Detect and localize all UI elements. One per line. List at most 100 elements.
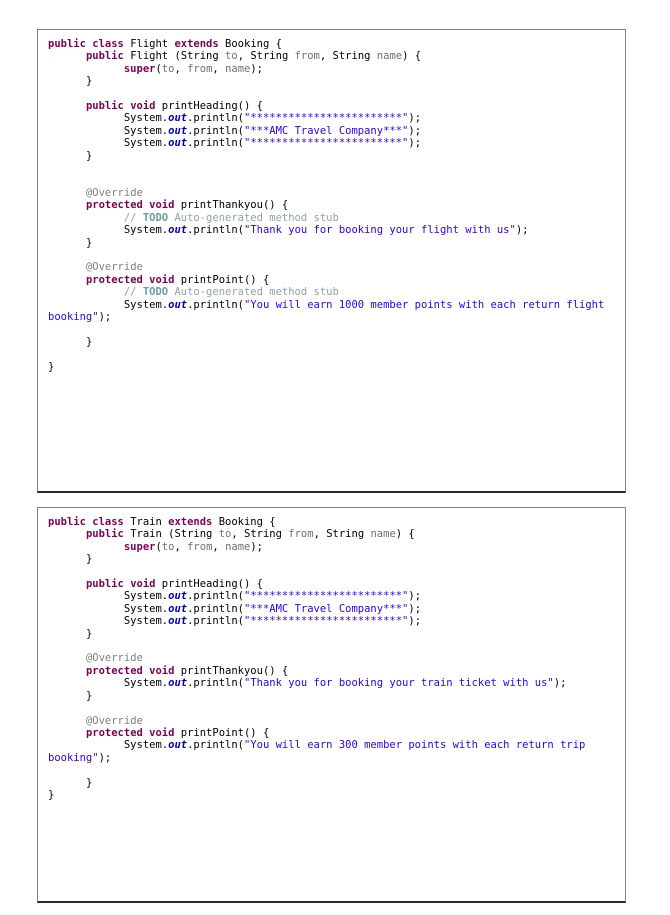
code-token-pln: .println( bbox=[187, 739, 244, 752]
code-token-pln: .println( bbox=[187, 124, 244, 137]
code-token-pln: , String bbox=[237, 50, 295, 63]
code-token-prm: to bbox=[161, 62, 175, 75]
code-token-pln: .println( bbox=[187, 137, 244, 150]
code-token-prm: to bbox=[218, 528, 232, 541]
code-token-pln: printHeading() { bbox=[161, 100, 263, 113]
code-line: public void printHeading() { bbox=[48, 578, 623, 590]
code-token-pln: Train bbox=[130, 516, 169, 528]
code-token-str: "Thank you for booking your flight with … bbox=[244, 224, 516, 237]
code-token-pln: System. bbox=[48, 590, 169, 603]
code-token-pln: } bbox=[48, 553, 93, 566]
code-token-pln: Booking { bbox=[218, 516, 276, 528]
code-token-fld: out bbox=[168, 137, 188, 150]
code-token-pln: } bbox=[48, 788, 55, 801]
code-line: public void printHeading() { bbox=[48, 100, 623, 112]
code-token-pln bbox=[48, 187, 86, 199]
code-token-pln: System. bbox=[48, 124, 169, 137]
code-line: super(to, from, name); bbox=[48, 63, 623, 75]
code-token-kw: super bbox=[123, 62, 156, 75]
code-token-pln: Booking { bbox=[225, 38, 282, 50]
code-line: System.out.println("***AMC Travel Compan… bbox=[48, 603, 623, 615]
code-token-kw: public void bbox=[85, 578, 162, 591]
code-line: System.out.println("********************… bbox=[48, 137, 623, 149]
code-token-pln: .println( bbox=[187, 590, 244, 603]
code-line: } bbox=[48, 75, 623, 87]
code-line: // TODO Auto-generated method stub bbox=[48, 286, 623, 298]
code-token-kw: protected void bbox=[85, 273, 181, 286]
code-line: protected void printPoint() { bbox=[48, 727, 623, 739]
code-token-pln: .println( bbox=[187, 112, 244, 125]
code-token-pln: System. bbox=[48, 615, 169, 628]
code-token-pln: Flight bbox=[130, 38, 175, 50]
code-token-pln: printThankyou() { bbox=[180, 199, 289, 212]
code-line: } bbox=[48, 336, 623, 348]
code-token-str: "************************" bbox=[244, 112, 409, 125]
code-token-fld: out bbox=[168, 298, 188, 311]
code-token-str: "***AMC Travel Company***" bbox=[244, 602, 409, 615]
code-token-pln: } bbox=[48, 689, 93, 702]
code-token-kw: public bbox=[85, 50, 131, 63]
code-block-flight: public class Flight extends Booking { pu… bbox=[37, 29, 626, 493]
code-token-pln: .println( bbox=[187, 602, 244, 615]
code-token-pln: System. bbox=[48, 602, 169, 615]
code-token-kw: public bbox=[85, 528, 131, 541]
code-token-kw: public class bbox=[48, 38, 131, 50]
code-token-pln bbox=[48, 212, 124, 224]
code-token-prm: to bbox=[225, 50, 238, 63]
code-token-ann: @Override bbox=[85, 261, 143, 274]
code-token-prm: name bbox=[225, 540, 251, 553]
code-line: } bbox=[48, 690, 623, 702]
code-token-pln bbox=[48, 652, 86, 664]
code-token-pln: , bbox=[212, 62, 226, 75]
code-token-fld: out bbox=[168, 224, 188, 237]
code-line: } bbox=[48, 553, 623, 565]
code-token-pln: System. bbox=[48, 677, 169, 690]
code-token-fld: out bbox=[168, 590, 188, 603]
code-line: protected void printThankyou() { bbox=[48, 665, 623, 677]
code-token-pln bbox=[48, 578, 86, 590]
page-root: public class Flight extends Booking { pu… bbox=[0, 0, 670, 915]
code-token-str: "Thank you for booking your train ticket… bbox=[244, 677, 554, 690]
code-token-todo: TODO bbox=[142, 286, 169, 299]
code-token-pln: ); bbox=[408, 590, 422, 603]
code-token-fld: out bbox=[168, 112, 188, 125]
code-line: super(to, from, name); bbox=[48, 541, 623, 553]
code-token-kw: public void bbox=[85, 100, 162, 113]
code-token-str: "************************" bbox=[244, 137, 409, 150]
code-token-pln: .println( bbox=[187, 677, 244, 690]
code-token-pln bbox=[48, 715, 86, 727]
code-token-pln: ); bbox=[408, 615, 422, 628]
code-content-flight: public class Flight extends Booking { pu… bbox=[38, 30, 625, 377]
code-token-prm: from bbox=[288, 528, 314, 541]
code-token-prm: from bbox=[294, 50, 320, 63]
code-line: } bbox=[48, 628, 623, 640]
code-token-str: "***AMC Travel Company***" bbox=[244, 124, 409, 137]
code-token-pln: ); bbox=[250, 540, 264, 553]
code-token-pln bbox=[48, 528, 86, 540]
code-token-pln: System. bbox=[48, 112, 169, 125]
code-token-cmt: // bbox=[123, 286, 143, 299]
code-token-prm: from bbox=[187, 540, 213, 553]
code-token-pln bbox=[48, 50, 86, 62]
code-token-pln: , String bbox=[319, 50, 377, 63]
code-token-pln: printThankyou() { bbox=[180, 664, 289, 677]
code-token-ann: @Override bbox=[85, 186, 143, 199]
code-token-prm: from bbox=[187, 62, 213, 75]
code-token-kw: public class bbox=[48, 516, 131, 528]
code-line: public Flight (String to, String from, S… bbox=[48, 50, 623, 62]
code-token-str: "************************" bbox=[244, 615, 409, 628]
code-token-pln: Train (String bbox=[130, 528, 219, 541]
code-line: @Override bbox=[48, 187, 623, 199]
code-line: System.out.println("***AMC Travel Compan… bbox=[48, 125, 623, 137]
code-block-train: public class Train extends Booking { pub… bbox=[37, 507, 626, 903]
code-token-pln: ); bbox=[408, 602, 422, 615]
code-token-pln: ); bbox=[250, 62, 264, 75]
code-content-train: public class Train extends Booking { pub… bbox=[38, 508, 625, 805]
code-token-pln: ); bbox=[408, 124, 422, 137]
